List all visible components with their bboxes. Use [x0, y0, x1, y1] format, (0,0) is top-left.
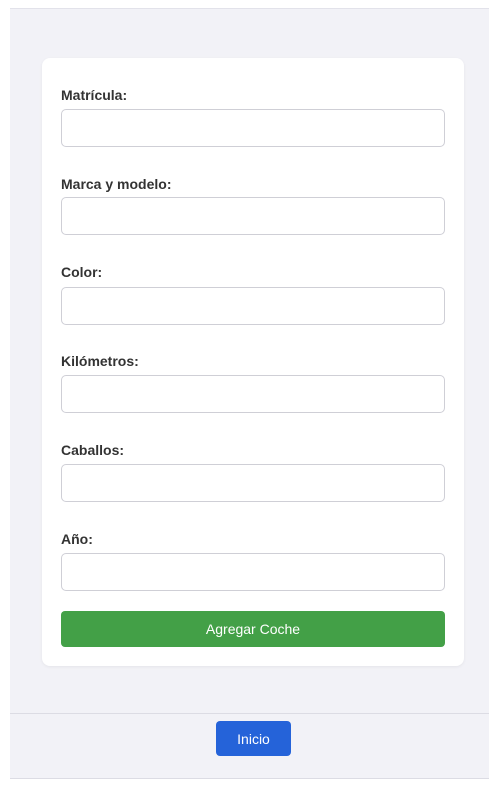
page-area: Matrícula: Marca y modelo: Color: Kilóme… [10, 8, 489, 713]
year-input[interactable] [61, 553, 445, 591]
plate-input[interactable] [61, 109, 445, 147]
viewport: Matrícula: Marca y modelo: Color: Kilóme… [0, 0, 489, 785]
horsepower-input[interactable] [61, 464, 445, 502]
make-model-label: Marca y modelo: [61, 176, 172, 192]
color-label: Color: [61, 264, 103, 280]
kilometers-input[interactable] [61, 375, 445, 413]
footer: Inicio [10, 713, 489, 779]
horsepower-label: Caballos: [61, 442, 125, 458]
color-input[interactable] [61, 287, 445, 325]
plate-label: Matrícula: [61, 87, 128, 103]
add-car-form: Matrícula: Marca y modelo: Color: Kilóme… [42, 58, 464, 666]
make-model-input[interactable] [61, 197, 445, 235]
kilometers-label: Kilómetros: [61, 353, 139, 369]
home-button[interactable]: Inicio [216, 721, 291, 756]
add-car-button[interactable]: Agregar Coche [61, 611, 445, 647]
year-label: Año: [61, 531, 93, 547]
